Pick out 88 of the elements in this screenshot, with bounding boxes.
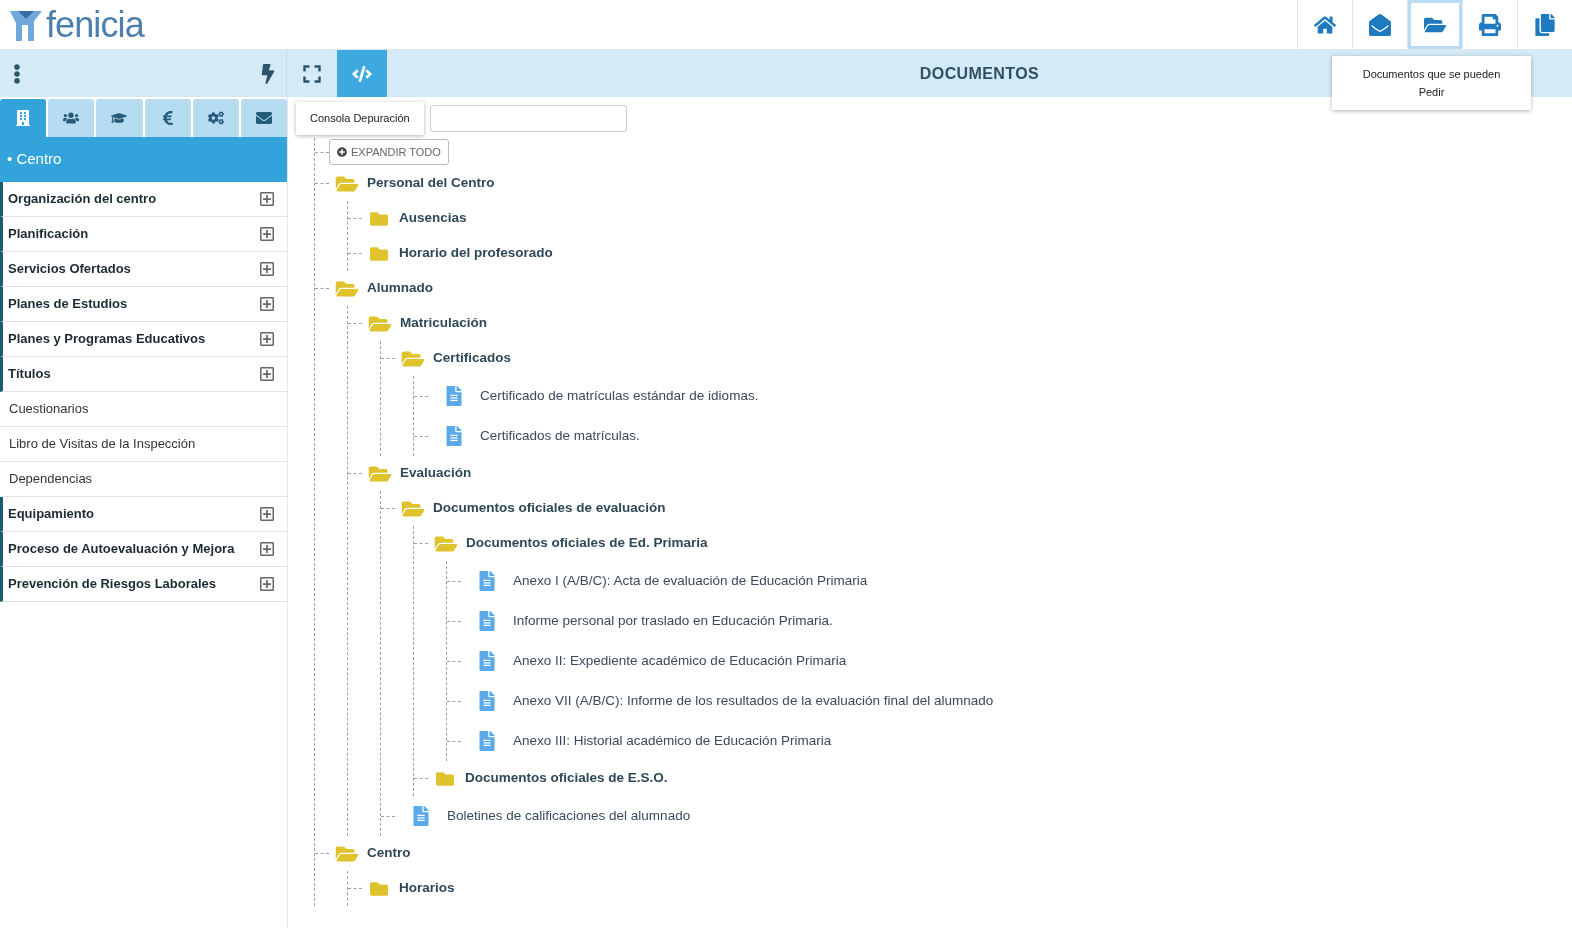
sidebar-menu-item[interactable]: Organización del centro (0, 182, 287, 217)
open-envelope-icon (1369, 13, 1391, 36)
sidebar-menu-item[interactable]: Servicios Ofertados (0, 252, 287, 287)
sidebar-tab[interactable] (96, 99, 143, 137)
tooltip: Consola Depuración (296, 102, 424, 135)
document-icon (479, 691, 495, 711)
folder-label[interactable]: Ausencias (399, 208, 467, 229)
expand-icon[interactable] (259, 366, 275, 382)
lightning-icon[interactable] (260, 63, 276, 84)
sidebar-menu-item[interactable]: Títulos (0, 357, 287, 392)
sidebar-menu-item[interactable]: Cuestionarios (0, 392, 287, 427)
sidebar-menu-item[interactable]: Prevención de Riesgos Laborales (0, 567, 287, 602)
expand-icon[interactable] (259, 541, 275, 557)
document-link[interactable]: Certificado de matrículas estándar de idiomas. (474, 385, 759, 407)
gears-icon (207, 110, 224, 126)
sidebar-menu-item[interactable]: Libro de Visitas de la Inspección (0, 427, 287, 462)
menu-label: Proceso de Autoevaluación y Mejora (8, 540, 235, 559)
folder-label[interactable]: Evaluación (400, 463, 472, 484)
expand-icon[interactable] (259, 576, 275, 592)
folder-label[interactable]: Documentos oficiales de E.S.O. (465, 768, 668, 789)
sidebar-menu-item[interactable]: Planificación (0, 217, 287, 252)
expand-icon[interactable] (259, 296, 275, 312)
menu-label: Planes de Estudios (8, 295, 128, 314)
document-icon (479, 731, 495, 751)
menu-label: Cuestionarios (9, 400, 89, 419)
document-icon (479, 611, 495, 631)
logo-text: fenicia (46, 6, 144, 43)
users-icon (63, 110, 80, 126)
sidebar-tab[interactable] (48, 99, 95, 137)
menu-label: Servicios Ofertados (8, 260, 131, 279)
plus-icon (337, 147, 347, 157)
folder-label[interactable]: Documentos oficiales de Ed. Primaria (466, 533, 708, 554)
expand-icon[interactable] (259, 506, 275, 522)
menu-label: Planificación (8, 225, 89, 244)
folder-label[interactable]: Centro (367, 843, 411, 864)
sidebar-menu-item[interactable]: Equipamiento (0, 497, 287, 532)
sidebar-menu-item[interactable]: Dependencias (0, 462, 287, 497)
expand-icon[interactable] (259, 226, 275, 242)
menu-label: Equipamiento (8, 505, 94, 524)
sidebar-tab[interactable] (240, 99, 288, 137)
sidebar-tab[interactable] (144, 99, 191, 137)
sidebar-menu-item[interactable]: Planes de Estudios (0, 287, 287, 322)
printer-icon (1479, 13, 1501, 36)
folder-label[interactable]: Matriculación (400, 313, 488, 334)
document-icon (413, 806, 429, 826)
expand-icon[interactable] (259, 331, 275, 347)
folder-label[interactable]: Personal del Centro (367, 173, 495, 194)
building-icon (15, 110, 32, 126)
document-icon (479, 651, 495, 671)
page-title: DOCUMENTOS (919, 63, 1040, 84)
menu-label: Dependencias (9, 470, 93, 489)
folder-label[interactable]: Documentos oficiales de evaluación (433, 498, 666, 519)
document-link[interactable]: Anexo I (A/B/C): Acta de evaluación de Educación Primaria (507, 570, 868, 592)
document-link[interactable]: Certificados de matrículas. (474, 425, 640, 447)
folder-label[interactable]: Certificados (433, 348, 512, 369)
sidebar-menu-item[interactable]: Planes y Programas Educativos (0, 322, 287, 357)
section-header: • Centro (0, 137, 287, 182)
document-link[interactable]: Boletines de calificaciones del alumnado (441, 805, 691, 827)
document-icon (446, 426, 462, 446)
menu-label: Prevención de Riesgos Laborales (8, 575, 217, 594)
folder-label[interactable]: Horarios (399, 878, 455, 899)
menu-label: Títulos (8, 365, 51, 384)
menu-label: Libro de Visitas de la Inspección (9, 435, 196, 454)
menu-label: Planes y Programas Educativos (8, 330, 206, 349)
envelope-icon (255, 110, 272, 126)
code-icon (352, 63, 372, 84)
folder-label[interactable]: Alumnado (367, 278, 433, 299)
folder-label[interactable]: Horario del profesorado (399, 243, 553, 264)
menu-label: Organización del centro (8, 190, 157, 209)
search-field[interactable] (430, 105, 627, 132)
fullscreen-icon (302, 63, 322, 84)
document-link[interactable]: Anexo III: Historial académico de Educación Primaria (507, 730, 832, 752)
copy-icon (1534, 13, 1556, 36)
tooltip: Documentos que se pueden Pedir (1332, 56, 1531, 110)
expand-icon[interactable] (259, 191, 275, 207)
expand-icon[interactable] (259, 261, 275, 277)
sidebar-tab[interactable] (192, 99, 239, 137)
document-link[interactable]: Anexo VII (A/B/C): Informe de los resultados de la evaluación final del alumnado (507, 690, 994, 712)
document-link[interactable]: Anexo II: Expediente académico de Educación Primaria (507, 650, 847, 672)
document-icon (446, 386, 462, 406)
view-button[interactable] (337, 50, 387, 97)
expand-all-button[interactable]: EXPANDIR TODO (329, 139, 449, 165)
graduation-cap-icon (111, 110, 128, 126)
sidebar-menu-item[interactable]: Proceso de Autoevaluación y Mejora (0, 532, 287, 567)
document-icon (479, 571, 495, 591)
home-icon (1314, 13, 1336, 36)
document-link[interactable]: Informe personal por traslado en Educación Primaria. (507, 610, 833, 632)
header-action-button[interactable] (1407, 0, 1462, 49)
